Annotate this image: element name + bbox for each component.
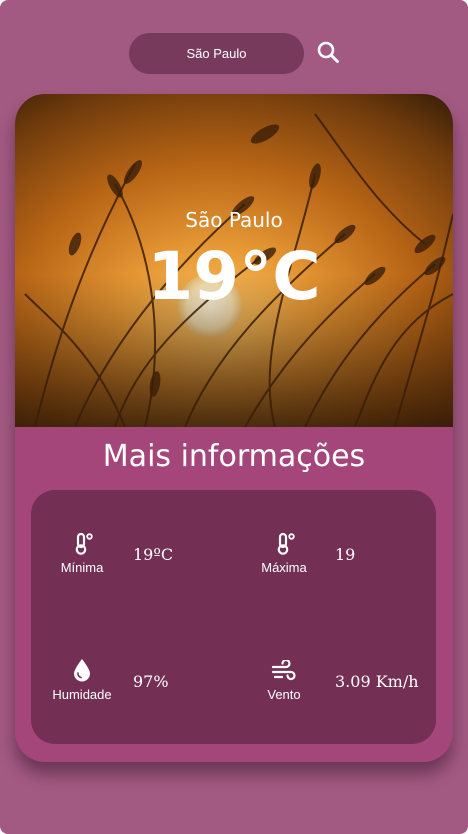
weather-card: São Paulo 19°C Mais informações Mínima 1… (15, 94, 453, 762)
metric-value: 3.09 Km/h (335, 672, 419, 691)
metric-label: Humidade (52, 687, 112, 702)
more-info-title: Mais informações (102, 439, 366, 474)
metric-wind: Vento 3.09 Km/h (249, 658, 449, 718)
thermometer-icon (47, 532, 117, 560)
thermometer-icon (249, 532, 319, 560)
water-drop-icon (47, 658, 117, 686)
city-search-input[interactable]: São Paulo (129, 33, 304, 74)
metric-label: Máxima (261, 560, 307, 575)
metric-max-temperature: Máxima 19 (249, 530, 449, 590)
wind-icon (249, 658, 319, 686)
metric-value: 19ºC (133, 545, 174, 564)
info-panel: Mínima 19ºC Máxima 19 Humidade 97% Vento… (31, 490, 436, 744)
weather-app: São Paulo São Paulo 19°C Mais informaçõe… (0, 0, 468, 834)
metric-label: Mínima (60, 560, 104, 575)
current-temperature: 19°C (147, 238, 321, 315)
metric-label: Vento (267, 687, 301, 702)
metric-min-temperature: Mínima 19ºC (47, 530, 247, 590)
search-button[interactable] (314, 38, 342, 66)
metric-value: 97% (133, 672, 169, 691)
city-search-value: São Paulo (186, 46, 247, 61)
search-icon (317, 41, 339, 63)
weather-hero-image: São Paulo 19°C (15, 94, 453, 427)
metric-value: 19 (335, 545, 356, 564)
hero-city-name: São Paulo (185, 208, 283, 232)
metric-humidity: Humidade 97% (47, 658, 247, 718)
